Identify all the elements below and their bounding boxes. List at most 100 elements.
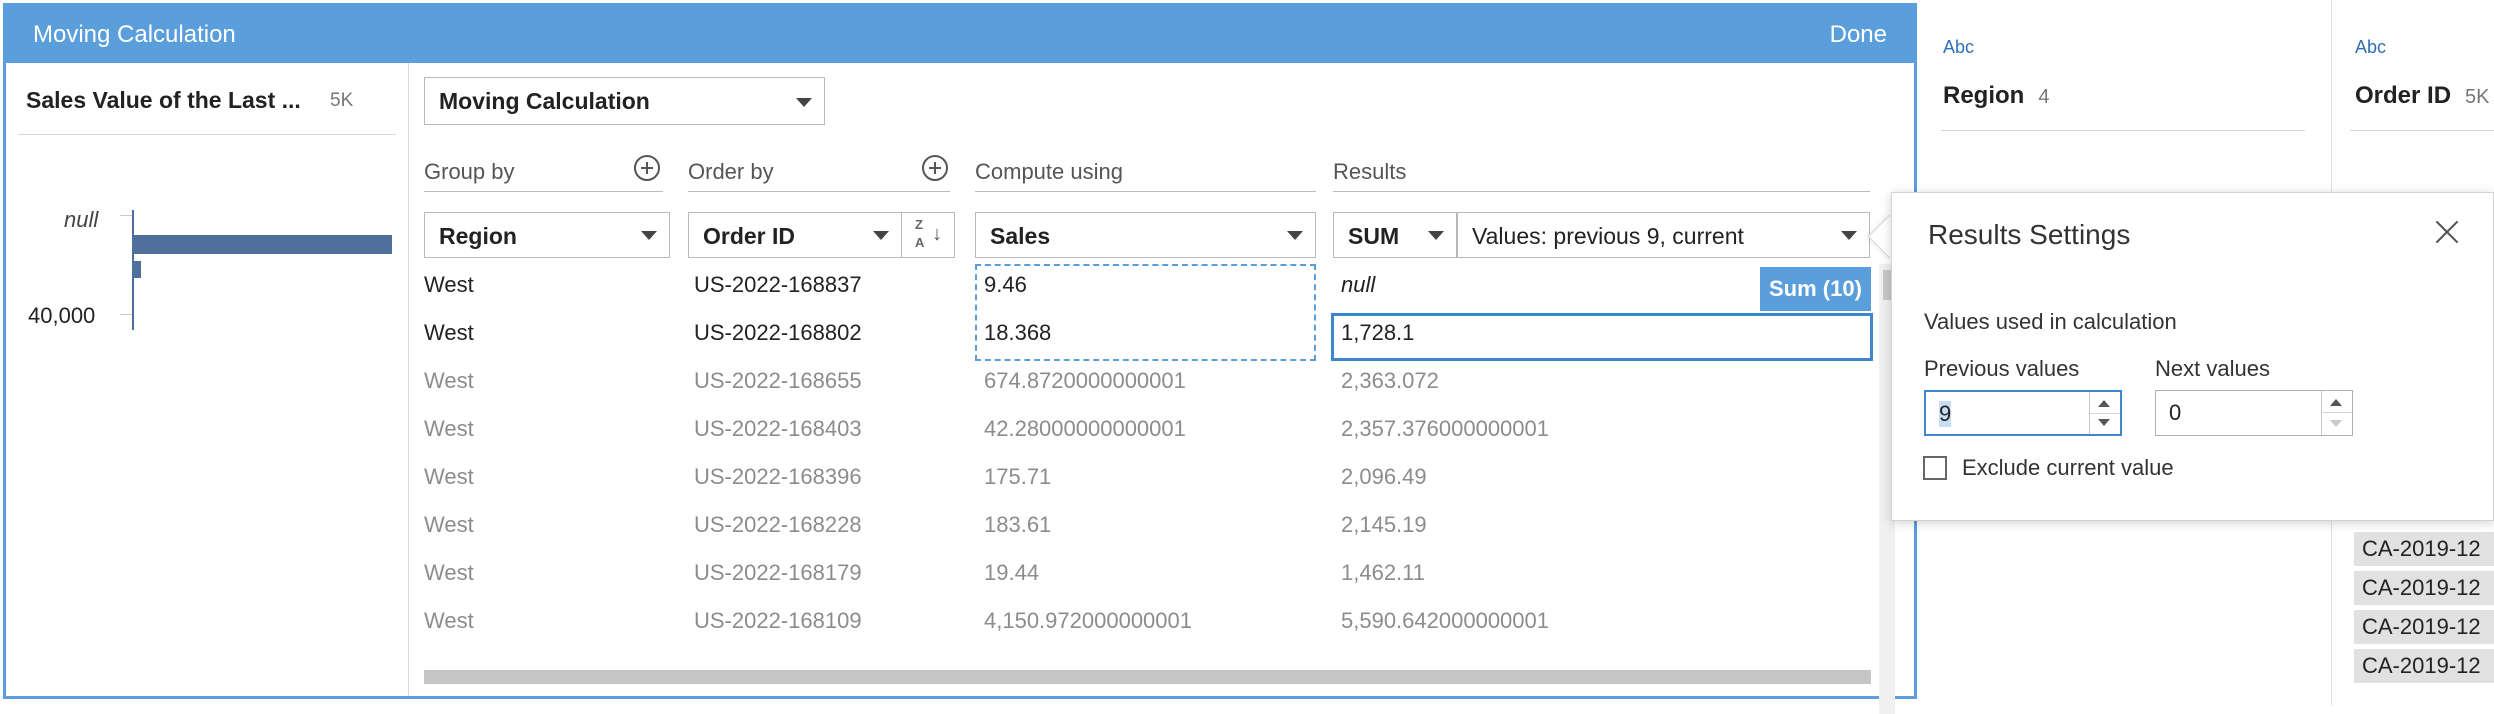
region-cell: West <box>424 512 474 537</box>
order-id-cell: US-2022-168802 <box>694 320 862 345</box>
values-range-dropdown[interactable]: Values: previous 9, current <box>1457 212 1870 258</box>
dropdown-label: Sales <box>990 223 1051 249</box>
divider <box>1941 130 2305 131</box>
field-name-label: Order ID <box>2355 82 2452 109</box>
exclude-current-label[interactable]: Exclude current value <box>1962 455 2174 481</box>
calculation-config-panel: Moving Calculation Group by Order by Com… <box>409 63 1914 714</box>
increment-icon[interactable] <box>2330 399 2342 406</box>
compute-using-dropdown[interactable]: Sales <box>975 212 1316 258</box>
order-id-cell: US-2022-168228 <box>694 512 862 537</box>
order-id-cell: US-2022-168403 <box>694 416 862 441</box>
region-cell: West <box>424 320 474 345</box>
next-values-input[interactable]: 0 <box>2169 400 2181 426</box>
order-id-value[interactable]: CA-2019-12 <box>2354 571 2494 605</box>
add-group-by-button[interactable] <box>634 155 660 181</box>
dropdown-label: SUM <box>1348 223 1400 249</box>
chevron-down-icon <box>1428 231 1444 240</box>
aggregation-dropdown[interactable]: SUM <box>1333 212 1457 258</box>
field-name-label: Region <box>1943 82 2025 109</box>
decrement-icon <box>2330 420 2342 427</box>
field-count: 5K <box>330 90 354 111</box>
field-count: 5K <box>2465 86 2490 108</box>
next-values-stepper[interactable]: 0 <box>2155 390 2353 436</box>
order-id-value[interactable]: CA-2019-12 <box>2354 532 2494 566</box>
previous-values-stepper[interactable]: 9 <box>1924 390 2122 436</box>
sort-z-glyph: Z <box>915 217 923 232</box>
sort-a-glyph: A <box>915 235 925 250</box>
sort-order-button[interactable]: Z A ↓ <box>902 212 955 258</box>
chevron-down-icon <box>1287 231 1303 240</box>
order-by-dropdown[interactable]: Order ID <box>688 212 902 258</box>
field-count: 4 <box>2038 86 2050 108</box>
sales-cell: 19.44 <box>984 560 1040 585</box>
sales-cell: 42.28000000000001 <box>984 416 1186 441</box>
result-cell: 2,357.376000000001 <box>1341 416 1549 441</box>
stepper-buttons[interactable] <box>2089 392 2120 434</box>
done-button[interactable]: Done <box>1830 21 1887 49</box>
axis-label: 40,000 <box>28 303 96 328</box>
previous-values-input[interactable]: 9 <box>1939 401 1952 427</box>
sales-cell: 4,150.972000000001 <box>984 608 1192 633</box>
horizontal-scrollbar[interactable] <box>424 670 1871 684</box>
increment-icon[interactable] <box>2098 400 2110 407</box>
region-cell: West <box>424 464 474 489</box>
calculation-type-dropdown[interactable]: Moving Calculation <box>424 77 825 125</box>
result-cell: 2,145.19 <box>1341 512 1427 537</box>
arrow-down-icon: ↓ <box>932 223 942 245</box>
dropdown-label: Order ID <box>703 223 796 249</box>
editor-title: Moving Calculation <box>33 21 236 48</box>
chevron-down-icon <box>1841 231 1857 240</box>
region-cell: West <box>424 608 474 633</box>
divider <box>1333 191 1870 192</box>
group-by-dropdown[interactable]: Region <box>424 212 670 258</box>
exclude-current-checkbox[interactable] <box>1923 456 1947 480</box>
histogram-bar-null[interactable] <box>134 235 392 254</box>
histogram-bar[interactable] <box>134 261 141 278</box>
order-id-cell: US-2022-168179 <box>694 560 862 585</box>
section-label: Values used in calculation <box>1924 309 2177 334</box>
result-cell: 5,590.642000000001 <box>1341 608 1549 633</box>
sales-cell: 9.46 <box>984 272 1027 297</box>
divider <box>2090 413 2120 414</box>
decrement-icon[interactable] <box>2098 419 2110 426</box>
close-icon[interactable] <box>2432 217 2462 247</box>
sum-badge: Sum (10) <box>1760 267 1871 311</box>
result-cell: 1,462.11 <box>1341 560 1426 585</box>
sales-cell: 18.368 <box>984 320 1052 345</box>
string-type-icon: Abc <box>2355 37 2387 57</box>
divider <box>2350 130 2494 131</box>
chevron-down-icon <box>641 231 657 240</box>
order-id-cell: US-2022-168109 <box>694 608 862 633</box>
scrollbar-thumb[interactable] <box>1883 270 1891 300</box>
next-values-label: Next values <box>2155 356 2270 381</box>
dropdown-label: Values: previous 9, current <box>1472 223 1744 249</box>
sales-cell: 175.71 <box>984 464 1052 489</box>
divider <box>688 191 950 192</box>
field-name: Sales Value of the Last ... <box>26 87 301 113</box>
divider <box>424 191 663 192</box>
order-id-cell: US-2022-168396 <box>694 464 862 489</box>
result-cell: null <box>1341 272 1376 297</box>
stepper-buttons[interactable] <box>2321 391 2352 435</box>
result-cell: 2,363.072 <box>1341 368 1439 393</box>
add-order-by-button[interactable] <box>922 155 948 181</box>
string-type-icon: Abc <box>1943 37 1975 57</box>
order-id-value[interactable]: CA-2019-12 <box>2354 610 2494 644</box>
order-id-cell: US-2022-168837 <box>694 272 862 297</box>
result-cell: 2,096.49 <box>1341 464 1427 489</box>
region-cell: West <box>424 368 474 393</box>
compute-using-header: Compute using <box>975 159 1123 184</box>
axis-tick <box>120 314 132 315</box>
chevron-down-icon <box>796 98 812 107</box>
order-id-value[interactable]: CA-2019-12 <box>2354 649 2494 683</box>
previous-values-label: Previous values <box>1924 356 2080 381</box>
divider <box>18 134 396 135</box>
popover-title: Results Settings <box>1928 219 2131 250</box>
order-id-cell: US-2022-168655 <box>694 368 862 393</box>
results-header: Results <box>1333 159 1407 184</box>
group-by-header: Group by <box>424 159 515 184</box>
divider <box>975 191 1316 192</box>
result-cell: 1,728.1 <box>1341 320 1415 345</box>
field-name: Order ID 5K <box>2355 82 2490 110</box>
order-by-header: Order by <box>688 159 774 184</box>
